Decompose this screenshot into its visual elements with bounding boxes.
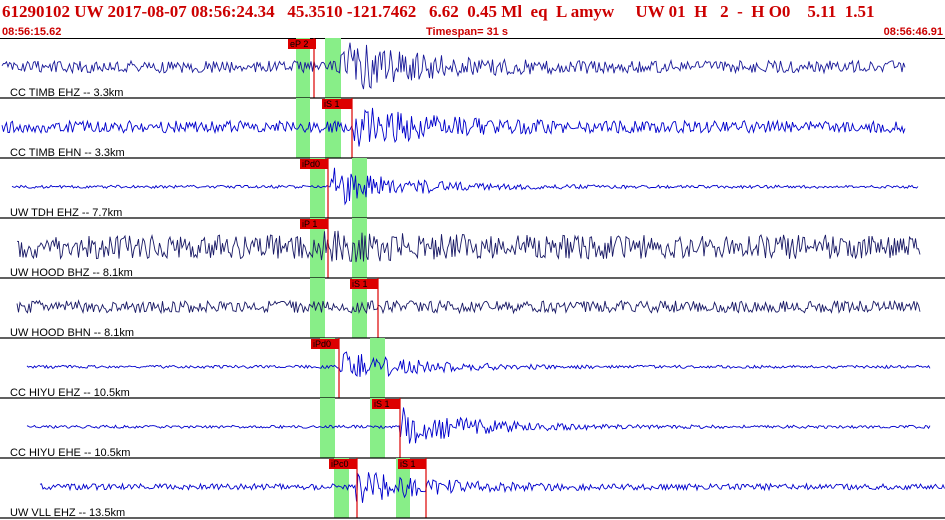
waveform-trace bbox=[1, 107, 906, 147]
channel-row[interactable]: iS 1 CC TIMB EHN -- 3.3km bbox=[0, 98, 945, 159]
pick-label: iS 1 bbox=[374, 399, 390, 409]
channel-label: UW TDH EHZ -- 7.7km bbox=[10, 207, 122, 219]
channel-label: CC HIYU EHE -- 10.5km bbox=[10, 447, 130, 459]
pick-label: iP 1 bbox=[302, 219, 317, 229]
event-summary-title: 61290102 UW 2017-08-07 08:56:24.34 45.35… bbox=[2, 2, 875, 21]
channel-row[interactable]: iPc0 iS 1 UW VLL EHZ -- 13.5km bbox=[0, 458, 945, 519]
channel-label: CC TIMB EHZ -- 3.3km bbox=[10, 87, 123, 99]
seismogram-panel[interactable]: eP 2 CC TIMB EHZ -- 3.3km iS 1 CC TIMB EHN … bbox=[0, 38, 945, 520]
pick-label: iPd0 bbox=[302, 159, 320, 169]
waveform-trace bbox=[39, 471, 945, 503]
end-time-label: 08:56:46.91 bbox=[883, 26, 943, 38]
analysis-window bbox=[370, 338, 385, 398]
waveform-trace bbox=[16, 230, 921, 263]
waveform-trace bbox=[16, 299, 921, 315]
channel-label: UW HOOD BHZ -- 8.1km bbox=[10, 267, 133, 279]
channel-row[interactable]: iS 1 CC HIYU EHE -- 10.5km bbox=[0, 398, 945, 459]
pick-label: iS 1 bbox=[400, 459, 416, 469]
pick-label: iS 1 bbox=[324, 99, 340, 109]
channel-label: CC TIMB EHN -- 3.3km bbox=[10, 147, 125, 159]
pick-label: iPc0 bbox=[331, 459, 349, 469]
channel-row[interactable]: iP 1 UW HOOD BHZ -- 8.1km bbox=[0, 218, 945, 279]
channel-row[interactable]: eP 2 CC TIMB EHZ -- 3.3km bbox=[0, 38, 945, 99]
waveform-trace bbox=[26, 351, 931, 378]
start-time-label: 08:56:15.62 bbox=[2, 26, 62, 38]
header-bar: 61290102 UW 2017-08-07 08:56:24.34 45.35… bbox=[0, 0, 945, 38]
waveform-trace bbox=[1, 42, 906, 90]
pick-label: iS 1 bbox=[352, 279, 368, 289]
pick-label: iPd0 bbox=[313, 339, 331, 349]
waveform-trace bbox=[26, 407, 931, 444]
timespan-label: Timespan= 31 s bbox=[426, 26, 509, 38]
channel-row[interactable]: iPd0 UW TDH EHZ -- 7.7km bbox=[0, 158, 945, 219]
channel-label: UW HOOD BHN -- 8.1km bbox=[10, 327, 134, 339]
channel-row[interactable]: iS 1 UW HOOD BHN -- 8.1km bbox=[0, 278, 945, 339]
channel-label: UW VLL EHZ -- 13.5km bbox=[10, 507, 125, 519]
channel-row[interactable]: iPd0 CC HIYU EHZ -- 10.5km bbox=[0, 338, 945, 399]
pick-label: eP 2 bbox=[290, 39, 308, 49]
analysis-window bbox=[310, 278, 325, 338]
waveform-trace bbox=[11, 167, 919, 206]
channel-label: CC HIYU EHZ -- 10.5km bbox=[10, 387, 130, 399]
